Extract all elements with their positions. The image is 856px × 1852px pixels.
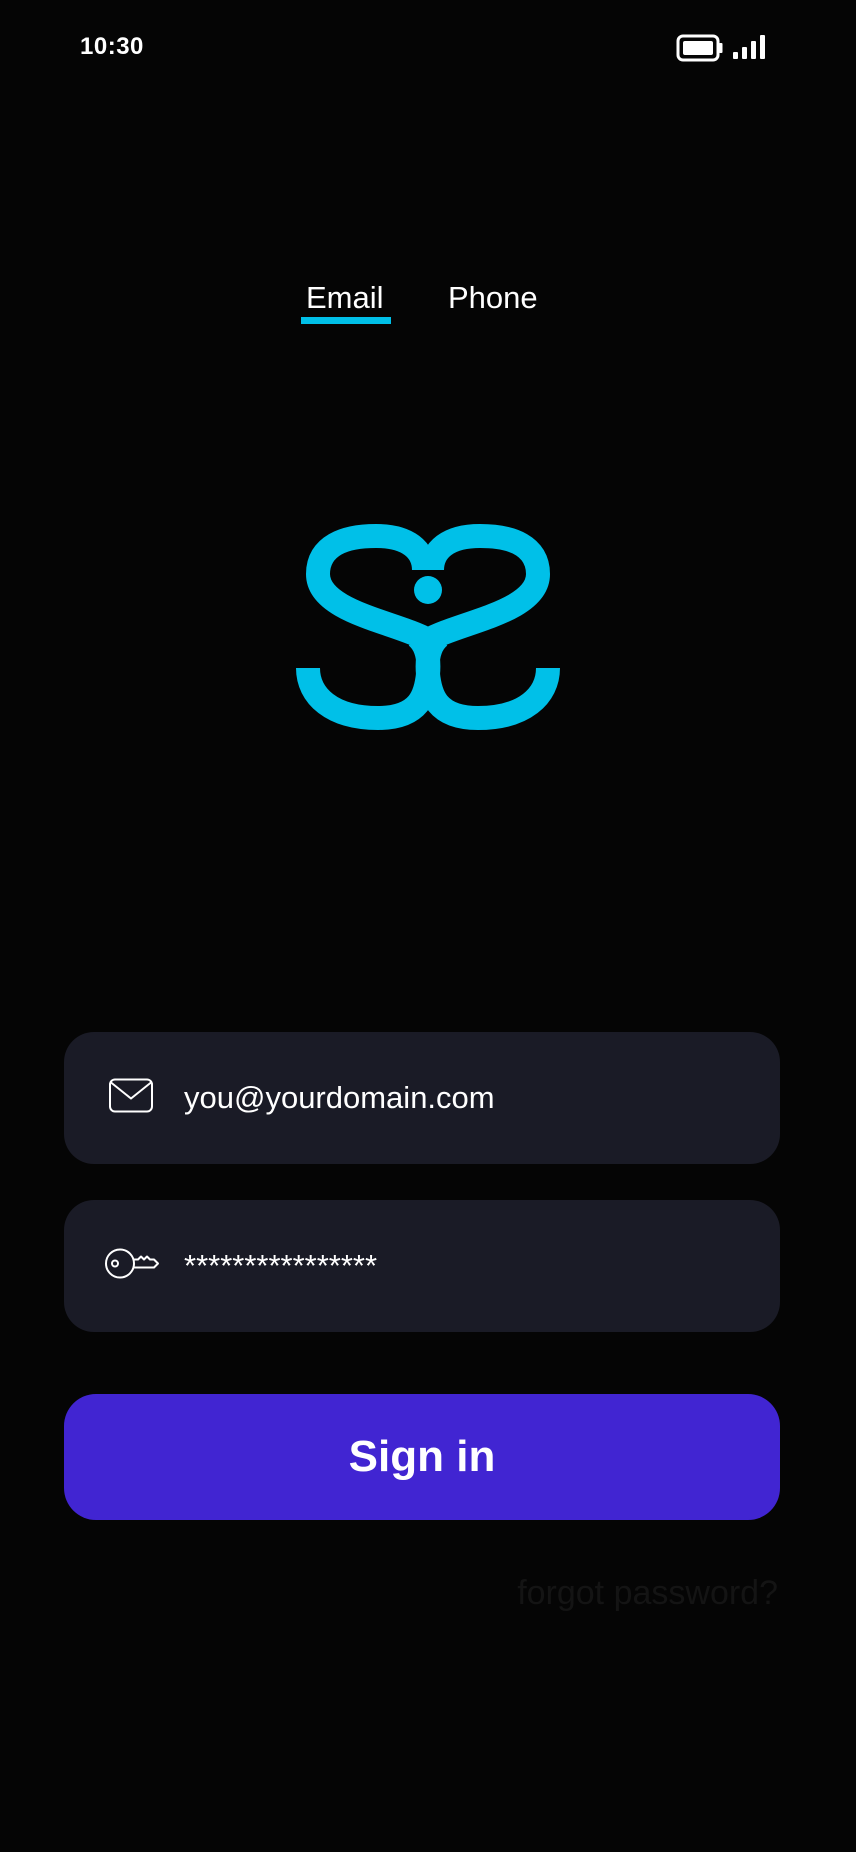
password-input[interactable] [184, 1248, 744, 1284]
signal-icon [732, 34, 768, 60]
sign-in-button[interactable]: Sign in [64, 1394, 780, 1520]
forgot-password-link[interactable]: forgot password? [517, 1574, 778, 1613]
key-icon [104, 1247, 160, 1286]
status-bar: 10:30 [0, 0, 856, 96]
tab-phone[interactable]: Phone [448, 278, 538, 328]
active-tab-indicator [301, 317, 391, 324]
password-field[interactable] [64, 1200, 780, 1332]
status-time: 10:30 [80, 33, 144, 60]
brand-logo-icon [296, 523, 560, 731]
login-method-tabs: Email Phone [0, 278, 856, 338]
email-input[interactable] [184, 1080, 744, 1116]
envelope-icon [108, 1078, 154, 1119]
email-field[interactable] [64, 1032, 780, 1164]
battery-icon [676, 34, 724, 62]
